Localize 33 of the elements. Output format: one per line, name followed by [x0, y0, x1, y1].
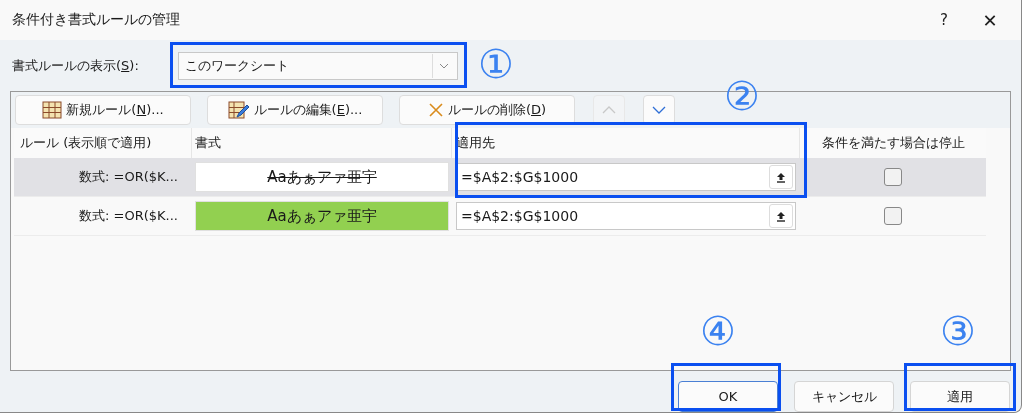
format-preview: Aaあぁアァ亜宇 — [195, 201, 449, 232]
step-number: ② — [724, 76, 760, 116]
rule-cell-text: 数式: =OR($K... — [78, 168, 179, 187]
help-button[interactable]: ? — [921, 0, 967, 40]
collapse-dialog-icon[interactable] — [769, 204, 793, 229]
step-number: ① — [478, 44, 514, 84]
cross-icon — [427, 102, 444, 119]
column-header: 条件を満たす場合は停止 — [820, 134, 966, 153]
edit-rule-button[interactable]: ルールの編集(E)... — [207, 95, 383, 126]
range-field[interactable]: =$A$2:$G$1000 — [456, 163, 796, 192]
rule-cell-text: 数式: =OR($K... — [78, 207, 179, 226]
grid-pencil-icon — [227, 101, 250, 120]
step-number: ④ — [700, 311, 736, 351]
delete-rule-button[interactable]: ルールの削除(D) — [399, 95, 575, 126]
cancel-button[interactable]: キャンセル — [794, 381, 894, 412]
format-preview: Aaあぁアァ亜宇 — [195, 162, 449, 193]
chevron-up-icon — [602, 106, 616, 115]
new-rule-button[interactable]: 新規ルール(N)... — [15, 95, 191, 126]
rule-row[interactable]: 数式: =OR($K... Aaあぁアァ亜宇 =$A$2:$G$1000 — [14, 158, 986, 198]
rules-scope-dropdown[interactable]: このワークシート — [178, 51, 458, 80]
collapse-dialog-icon[interactable] — [769, 165, 793, 190]
step-number: ③ — [940, 311, 976, 351]
close-button[interactable]: ✕ — [967, 0, 1013, 40]
rule-row[interactable]: 数式: =OR($K... Aaあぁアァ亜宇 =$A$2:$G$1000 — [14, 197, 986, 237]
stop-checkbox[interactable] — [884, 207, 902, 226]
grid-icon — [42, 101, 63, 120]
window-title: 条件付き書式ルールの管理 — [12, 11, 181, 29]
chevron-down-icon — [652, 106, 666, 115]
ok-button[interactable]: OK — [678, 381, 778, 412]
stop-checkbox[interactable] — [884, 168, 902, 187]
show-rules-label: 書式ルールの表示(S): — [12, 56, 140, 75]
apply-button[interactable]: 適用 — [910, 381, 1010, 412]
range-field[interactable]: =$A$2:$G$1000 — [456, 202, 796, 231]
